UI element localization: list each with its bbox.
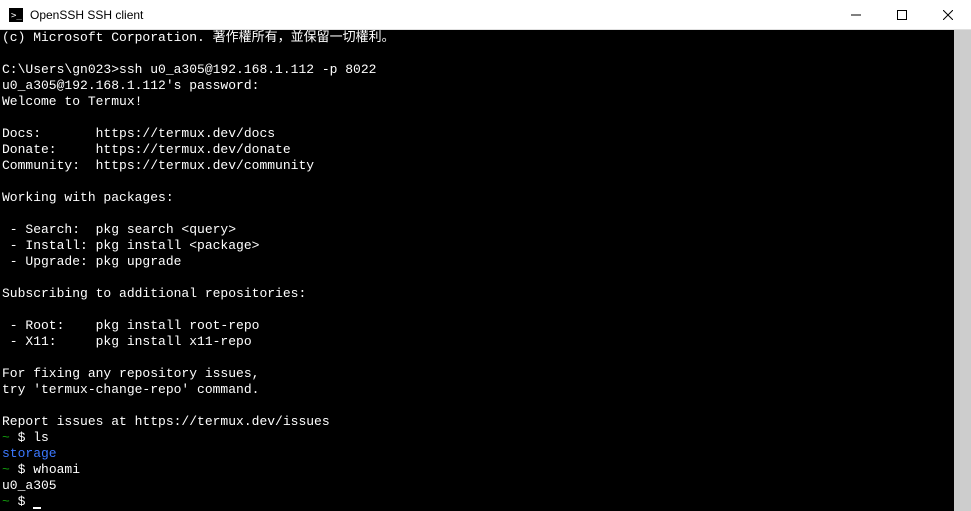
terminal-line: Welcome to Termux! (2, 94, 142, 109)
terminal-line: (c) Microsoft Corporation. 著作權所有，並保留一切權利… (2, 30, 395, 45)
terminal-line: Report issues at https://termux.dev/issu… (2, 414, 330, 429)
terminal-line: Working with packages: (2, 190, 174, 205)
terminal-line: try 'termux-change-repo' command. (2, 382, 259, 397)
terminal-line: - Root: pkg install root-repo (2, 318, 259, 333)
svg-text:>_: >_ (11, 11, 22, 21)
cursor (33, 507, 41, 509)
scrollbar-thumb[interactable] (954, 30, 971, 511)
terminal-area[interactable]: (c) Microsoft Corporation. 著作權所有，並保留一切權利… (0, 30, 971, 511)
prompt-dollar: $ (10, 494, 33, 509)
titlebar-left: >_ OpenSSH SSH client (0, 7, 143, 23)
maximize-button[interactable] (879, 0, 925, 30)
window-title: OpenSSH SSH client (30, 8, 143, 22)
prompt-tilde: ~ (2, 462, 10, 477)
output-user: u0_a305 (2, 478, 57, 493)
scrollbar[interactable] (954, 30, 971, 511)
terminal-line: Docs: https://termux.dev/docs (2, 126, 275, 141)
terminal-line: - Upgrade: pkg upgrade (2, 254, 181, 269)
prompt-dollar: $ (10, 462, 33, 477)
command-whoami: whoami (33, 462, 80, 477)
terminal-line: C:\Users\gn023>ssh u0_a305@192.168.1.112… (2, 62, 376, 77)
terminal-line: - Search: pkg search <query> (2, 222, 236, 237)
terminal-content: (c) Microsoft Corporation. 著作權所有，並保留一切權利… (0, 30, 971, 510)
app-icon: >_ (8, 7, 24, 23)
output-storage: storage (2, 446, 57, 461)
window-titlebar: >_ OpenSSH SSH client (0, 0, 971, 30)
terminal-line: For fixing any repository issues, (2, 366, 259, 381)
terminal-line: Subscribing to additional repositories: (2, 286, 306, 301)
terminal-line: Donate: https://termux.dev/donate (2, 142, 291, 157)
terminal-line: u0_a305@192.168.1.112's password: (2, 78, 259, 93)
terminal-line: Community: https://termux.dev/community (2, 158, 314, 173)
command-ls: ls (33, 430, 49, 445)
prompt-tilde: ~ (2, 430, 10, 445)
terminal-line: - Install: pkg install <package> (2, 238, 259, 253)
minimize-button[interactable] (833, 0, 879, 30)
prompt-tilde: ~ (2, 494, 10, 509)
terminal-line: - X11: pkg install x11-repo (2, 334, 252, 349)
prompt-dollar: $ (10, 430, 33, 445)
close-button[interactable] (925, 0, 971, 30)
window-controls (833, 0, 971, 30)
